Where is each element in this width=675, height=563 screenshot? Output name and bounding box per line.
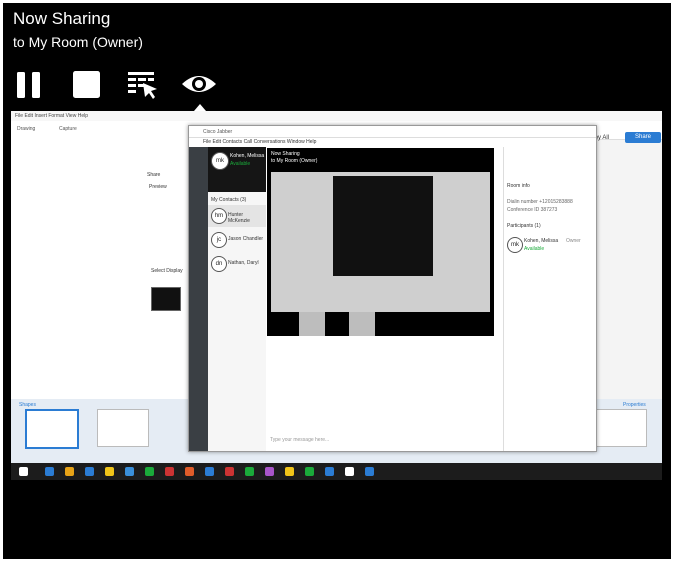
slide-thumbnail — [595, 409, 647, 447]
windows-start-icon — [19, 467, 28, 476]
nested-window — [333, 176, 433, 276]
jabber-menu: File Edit Contacts Call Conversations Wi… — [203, 139, 317, 145]
display-thumbnail — [151, 287, 181, 311]
taskbar-app-icon — [325, 467, 334, 476]
participant-role: Owner — [566, 238, 581, 244]
my-avatar: mk — [211, 152, 229, 170]
taskbar-app-icon — [105, 467, 114, 476]
shared-screen-preview: File Edit Insert Format View Help Drawin… — [11, 111, 662, 480]
taskbar-app-icon — [45, 467, 54, 476]
jabber-sidebar — [189, 147, 208, 451]
canvas-label: Select Display — [151, 268, 183, 274]
me-header: mk Kohen, Melissa Available — [208, 147, 266, 192]
stop-icon — [73, 71, 100, 98]
taskbar-app-icon — [345, 467, 354, 476]
nested-screen — [271, 172, 490, 312]
taskbar-app-icon — [205, 467, 214, 476]
preview-share-button: Share — [625, 132, 661, 143]
nested-share-preview: Now Sharing to My Room (Owner) — [267, 148, 494, 336]
canvas-label: Share — [147, 172, 161, 178]
contact-name: Nathan, Daryl — [228, 260, 259, 266]
participants-label: Participants (1) — [507, 223, 541, 229]
participant-name: Kohen, Melissa — [524, 238, 559, 244]
jabber-window-title: Cisco Jabber — [189, 126, 596, 138]
nested-thumb — [299, 312, 325, 336]
eye-icon — [182, 76, 216, 92]
sharing-target-subtitle: to My Room (Owner) — [13, 34, 143, 50]
preview-toolbar-item: Drawing — [17, 126, 36, 132]
preview-canvas: Share Preview Select Display — [11, 139, 191, 399]
taskbar-app-icon — [285, 467, 294, 476]
annotate-icon — [128, 72, 157, 99]
dialin-number: Dialin number +12015283888 — [507, 199, 573, 205]
slide-thumbnail — [25, 409, 79, 449]
participant-avatar: mk — [507, 237, 523, 253]
chat-input-placeholder: Type your message here... — [270, 437, 330, 443]
now-sharing-title: Now Sharing — [13, 9, 111, 28]
taskbar-app-icon — [185, 467, 194, 476]
contact-avatar: dn — [211, 256, 227, 272]
my-name: Kohen, Melissa — [230, 153, 265, 159]
preview-menubar: File Edit Insert Format View Help — [11, 111, 662, 121]
jabber-window: Cisco Jabber File Edit Contacts Call Con… — [188, 125, 597, 452]
participant-status: Available — [524, 246, 545, 252]
slide-thumbnail — [97, 409, 149, 447]
my-status: Available — [230, 161, 251, 167]
taskbar-app-icon — [245, 467, 254, 476]
pause-icon — [17, 72, 40, 98]
taskbar-app-icon — [85, 467, 94, 476]
shapes-label: Shapes — [19, 402, 36, 408]
contact-avatar: hm — [211, 208, 227, 224]
contacts-section-label: My Contacts (3) — [211, 197, 247, 203]
contact-name: Hunter McKenzie — [228, 212, 250, 224]
taskbar-app-icon — [225, 467, 234, 476]
jabber-contacts-pane: mk Kohen, Melissa Available My Contacts … — [208, 147, 267, 451]
stop-button[interactable] — [71, 66, 103, 102]
properties-label: Properties — [623, 402, 646, 408]
sharing-panel: Now Sharing to My Room (Owner) File Edit… — [3, 3, 671, 559]
taskbar-app-icon — [65, 467, 74, 476]
taskbar-app-icon — [365, 467, 374, 476]
preview-toolbar-item: Capture — [59, 126, 77, 132]
nested-thumb — [349, 312, 375, 336]
conference-id: Conference ID 387273 — [507, 207, 558, 213]
pause-button[interactable] — [15, 66, 45, 102]
room-info-panel: Room info Dialin number +12015283888 Con… — [503, 147, 596, 451]
taskbar-app-icon — [125, 467, 134, 476]
contact-avatar: jc — [211, 232, 227, 248]
taskbar-app-icon — [165, 467, 174, 476]
taskbar-app-icon — [305, 467, 314, 476]
taskbar-app-icon — [265, 467, 274, 476]
canvas-label: Preview — [149, 184, 167, 190]
room-info-label: Room info — [507, 183, 530, 189]
preview-eye-button[interactable] — [180, 66, 218, 102]
active-indicator-caret — [194, 104, 206, 111]
contact-name: Jason Chandler — [228, 236, 264, 242]
nested-sharing-title: Now Sharing — [271, 151, 300, 157]
taskbar-app-icon — [145, 467, 154, 476]
nested-sharing-subtitle: to My Room (Owner) — [271, 158, 318, 164]
annotate-control-button[interactable] — [126, 66, 160, 102]
preview-taskbar — [11, 463, 662, 480]
